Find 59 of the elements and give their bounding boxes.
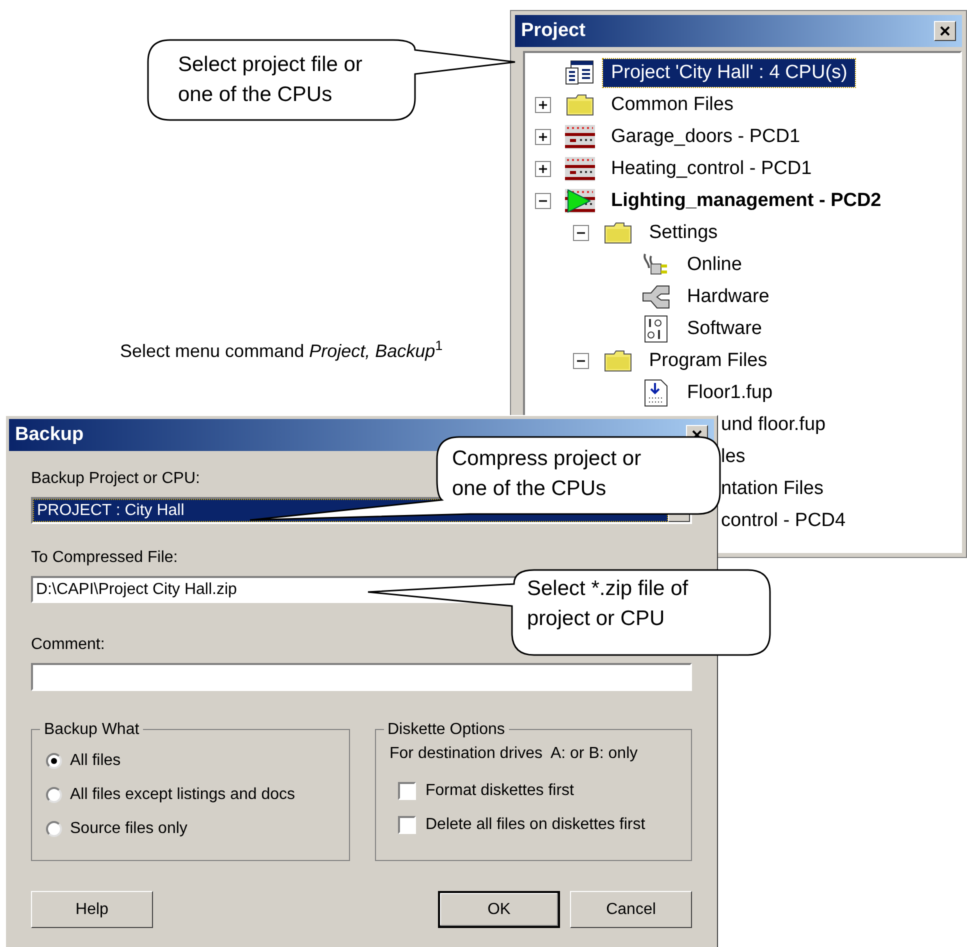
tree-item[interactable]: Program Files [641, 347, 776, 375]
tree-item[interactable]: Common Files [603, 91, 742, 119]
radio-label: All files except listings and docs [70, 785, 295, 805]
device-rack-icon [564, 124, 596, 150]
tree-item[interactable]: ntation Files [721, 474, 824, 504]
dialog-button[interactable]: Help [31, 891, 153, 928]
group-note: For destination drives A: or B: only [390, 744, 639, 764]
plus-icon [538, 164, 548, 174]
play-rack-icon [564, 188, 596, 214]
tree-item[interactable]: Heating_control - PCD1 [603, 155, 820, 183]
window-title: Project [521, 18, 586, 43]
instruction-text: Select menu command Project, Backup$^{1}$ [120, 338, 443, 363]
tree-item[interactable]: Lighting_management - PCD2 [603, 187, 890, 215]
radio-button[interactable] [46, 787, 62, 803]
tree-item[interactable]: Floor1.fup [679, 379, 781, 407]
tree-item[interactable]: Hardware [679, 283, 778, 311]
radio-button[interactable] [46, 821, 62, 837]
collapse-toggle[interactable] [573, 353, 589, 369]
collapse-toggle[interactable] [535, 193, 551, 209]
tooltip-text: Select project file or one of the CPUs [178, 52, 364, 108]
tree-item[interactable]: Garage_doors - PCD1 [603, 123, 808, 151]
plus-icon [538, 100, 548, 110]
expand-toggle[interactable] [535, 129, 551, 145]
tree-item[interactable]: Project 'City Hall' : 4 CPU(s) [603, 59, 856, 87]
radio-button[interactable] [46, 753, 62, 769]
settings-sheet-icon [643, 315, 669, 343]
checkbox[interactable] [398, 782, 416, 800]
field-label: Comment: [31, 635, 105, 655]
radio-label: Source files only [70, 819, 188, 839]
connector-icon [641, 284, 671, 310]
window-title: Backup [15, 422, 84, 447]
document-arrow-icon [643, 379, 669, 407]
expand-toggle[interactable] [535, 97, 551, 113]
folder-icon [603, 221, 633, 245]
field-label: Backup Project or CPU: [31, 469, 200, 489]
expand-toggle[interactable] [535, 161, 551, 177]
device-rack-icon [564, 156, 596, 182]
tree-item[interactable]: control - PCD4 [721, 506, 846, 536]
tree-item[interactable]: Settings [641, 219, 726, 247]
close-button[interactable] [934, 21, 956, 41]
checkbox-label: Delete all files on diskettes first [426, 815, 646, 835]
radio-label: All files [70, 751, 121, 771]
checkbox-label: Format diskettes first [426, 781, 574, 801]
dialog-button[interactable]: OK [438, 891, 560, 928]
comment-input[interactable] [31, 663, 692, 691]
checkbox[interactable] [398, 816, 416, 834]
tree-item[interactable]: les [721, 442, 746, 472]
plus-icon [538, 132, 548, 142]
close-icon [939, 25, 951, 37]
folder-icon [565, 93, 595, 117]
folder-icon [603, 349, 633, 373]
tree-item[interactable]: und floor.fup [721, 410, 826, 440]
field-label: To Compressed File: [31, 548, 178, 568]
tree-item[interactable]: Online [679, 251, 750, 279]
collapse-toggle[interactable] [573, 225, 589, 241]
dialog-button[interactable]: Cancel [570, 891, 692, 928]
tooltip-text: Compress project or one of the CPUs [452, 446, 642, 502]
project-list-icon [565, 60, 595, 86]
tree-item[interactable]: Software [679, 315, 770, 343]
